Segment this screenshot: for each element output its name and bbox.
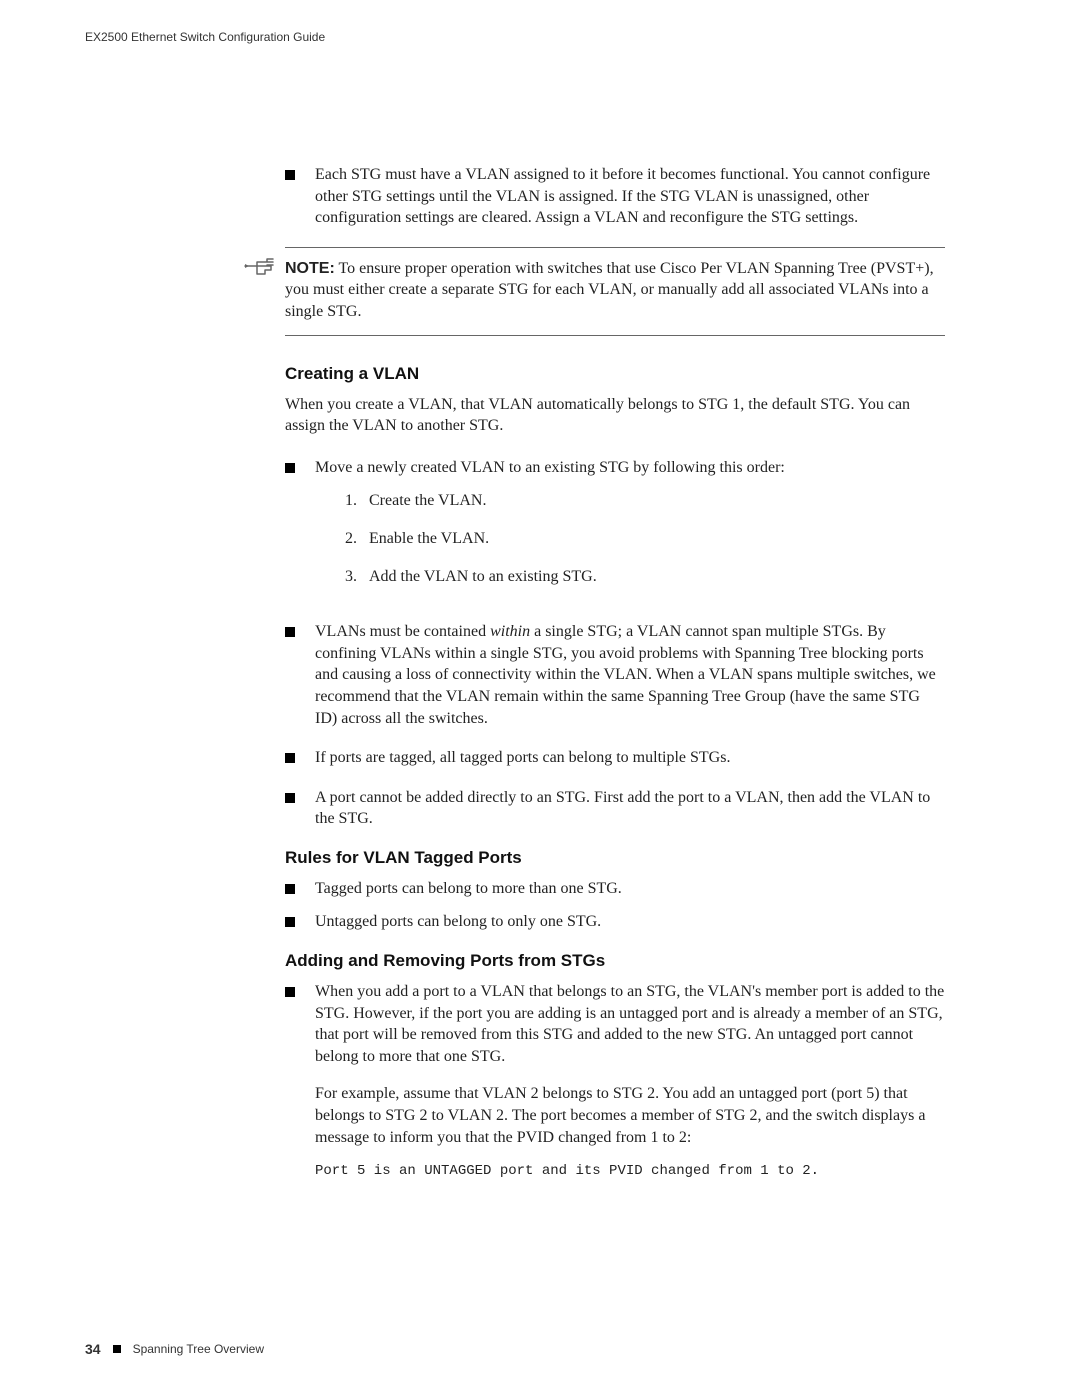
step-3: 3.Add the VLAN to an existing STG. (345, 566, 785, 588)
footer-square-icon (113, 1345, 121, 1353)
bullet-move-vlan-text: Move a newly created VLAN to an existing… (315, 457, 785, 603)
bullet-move-vlan: Move a newly created VLAN to an existing… (285, 457, 945, 603)
note-text: NOTE: To ensure proper operation with sw… (285, 258, 945, 323)
add-port-p2: For example, assume that VLAN 2 belongs … (315, 1083, 945, 1148)
bullet-square-icon (285, 884, 295, 894)
bullet-port-not-direct-text: A port cannot be added directly to an ST… (315, 787, 945, 830)
page-root: EX2500 Ethernet Switch Configuration Gui… (0, 0, 1080, 1397)
section-creating-vlan: Creating a VLAN When you create a VLAN, … (285, 364, 945, 1192)
intro-block: Each STG must have a VLAN assigned to it… (285, 164, 945, 229)
bullet-untagged-one-text: Untagged ports can belong to only one ST… (315, 911, 601, 933)
bullet-ports-tagged-text: If ports are tagged, all tagged ports ca… (315, 747, 730, 769)
bullet-square-icon (285, 627, 295, 637)
b2-pre: VLANs must be contained (315, 623, 490, 640)
bullet-square-icon (285, 170, 295, 180)
bullet-square-icon (285, 463, 295, 473)
step-num: 3. (345, 566, 369, 588)
bullet-add-port-text: When you add a port to a VLAN that belon… (315, 981, 945, 1191)
step-text: Enable the VLAN. (369, 528, 489, 550)
code-output: Port 5 is an UNTAGGED port and its PVID … (315, 1162, 945, 1181)
heading-rules-tagged: Rules for VLAN Tagged Ports (285, 848, 945, 868)
step-1: 1.Create the VLAN. (345, 490, 785, 512)
heading-creating-vlan: Creating a VLAN (285, 364, 945, 384)
running-header: EX2500 Ethernet Switch Configuration Gui… (85, 30, 995, 44)
step-2: 2.Enable the VLAN. (345, 528, 785, 550)
b2-italic: within (490, 623, 530, 640)
bullet-ports-tagged: If ports are tagged, all tagged ports ca… (285, 747, 945, 769)
note-block: NOTE: To ensure proper operation with sw… (285, 247, 945, 336)
step-num: 2. (345, 528, 369, 550)
page-footer: 34 Spanning Tree Overview (85, 1341, 264, 1357)
heading-add-remove-ports: Adding and Removing Ports from STGs (285, 951, 945, 971)
intro-bullet: Each STG must have a VLAN assigned to it… (285, 164, 945, 229)
intro-bullet-text: Each STG must have a VLAN assigned to it… (315, 164, 945, 229)
bullet-square-icon (285, 753, 295, 763)
ordered-steps: 1.Create the VLAN. 2.Enable the VLAN. 3.… (345, 490, 785, 587)
bullet-square-icon (285, 793, 295, 803)
bullet-vlan-contained-text: VLANs must be contained within a single … (315, 621, 945, 729)
bullet-intro: Move a newly created VLAN to an existing… (315, 459, 785, 476)
add-port-p1: When you add a port to a VLAN that belon… (315, 981, 945, 1067)
bullet-vlan-contained: VLANs must be contained within a single … (285, 621, 945, 729)
bullet-untagged-one: Untagged ports can belong to only one ST… (285, 911, 945, 933)
note-body: To ensure proper operation with switches… (285, 260, 934, 320)
bullet-tagged-multi-text: Tagged ports can belong to more than one… (315, 878, 622, 900)
note-label: NOTE: (285, 260, 335, 277)
bullet-tagged-multi: Tagged ports can belong to more than one… (285, 878, 945, 900)
step-text: Create the VLAN. (369, 490, 486, 512)
para-creating-vlan: When you create a VLAN, that VLAN automa… (285, 394, 945, 437)
note-hand-icon (243, 256, 279, 285)
footer-section: Spanning Tree Overview (133, 1342, 264, 1356)
page-number: 34 (85, 1341, 101, 1357)
bullet-port-not-direct: A port cannot be added directly to an ST… (285, 787, 945, 830)
bullet-square-icon (285, 987, 295, 997)
step-num: 1. (345, 490, 369, 512)
bullet-add-port: When you add a port to a VLAN that belon… (285, 981, 945, 1191)
step-text: Add the VLAN to an existing STG. (369, 566, 597, 588)
bullet-square-icon (285, 917, 295, 927)
